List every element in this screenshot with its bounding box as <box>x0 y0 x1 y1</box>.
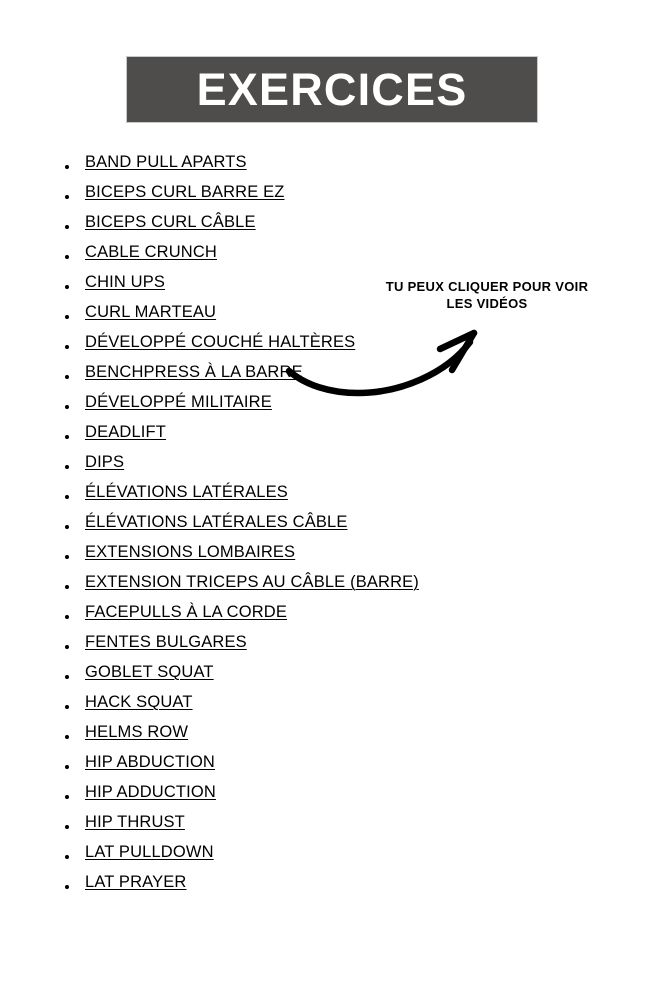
exercise-link[interactable]: ÉLÉVATIONS LATÉRALES <box>85 482 288 502</box>
exercise-list-item[interactable]: BICEPS CURL CÂBLE <box>52 212 472 242</box>
exercise-list-item[interactable]: BENCHPRESS À LA BARRE <box>52 362 472 392</box>
bullet-icon <box>65 465 69 469</box>
exercise-link[interactable]: LAT PULLDOWN <box>85 842 214 862</box>
page-header-banner: EXERCICES <box>126 56 538 123</box>
exercise-list-item[interactable]: LAT PRAYER <box>52 872 472 902</box>
exercise-link[interactable]: HIP THRUST <box>85 812 185 832</box>
exercise-link[interactable]: CURL MARTEAU <box>85 302 216 322</box>
exercise-link[interactable]: CHIN UPS <box>85 272 165 292</box>
bullet-icon <box>65 405 69 409</box>
bullet-icon <box>65 525 69 529</box>
bullet-icon <box>65 795 69 799</box>
exercise-link[interactable]: BAND PULL APARTS <box>85 152 247 172</box>
exercise-link[interactable]: HIP ADDUCTION <box>85 782 216 802</box>
bullet-icon <box>65 435 69 439</box>
exercise-list-item[interactable]: BICEPS CURL BARRE EZ <box>52 182 472 212</box>
exercise-link[interactable]: DEADLIFT <box>85 422 166 442</box>
exercise-list-item[interactable]: EXTENSION TRICEPS AU CÂBLE (BARRE) <box>52 572 472 602</box>
exercise-link[interactable]: CABLE CRUNCH <box>85 242 217 262</box>
exercise-link[interactable]: DÉVELOPPÉ COUCHÉ HALTÈRES <box>85 332 355 352</box>
exercise-link[interactable]: ÉLÉVATIONS LATÉRALES CÂBLE <box>85 512 348 532</box>
exercise-list-item[interactable]: DIPS <box>52 452 472 482</box>
exercise-link[interactable]: BICEPS CURL BARRE EZ <box>85 182 285 202</box>
bullet-icon <box>65 885 69 889</box>
exercise-link[interactable]: FACEPULLS À LA CORDE <box>85 602 287 622</box>
exercise-link[interactable]: FENTES BULGARES <box>85 632 247 652</box>
bullet-icon <box>65 615 69 619</box>
exercise-list-item[interactable]: CABLE CRUNCH <box>52 242 472 272</box>
exercise-link[interactable]: EXTENSIONS LOMBAIRES <box>85 542 295 562</box>
exercise-list-item[interactable]: HELMS ROW <box>52 722 472 752</box>
bullet-icon <box>65 285 69 289</box>
exercise-link[interactable]: HELMS ROW <box>85 722 188 742</box>
exercise-link[interactable]: BICEPS CURL CÂBLE <box>85 212 256 232</box>
bullet-icon <box>65 735 69 739</box>
bullet-icon <box>65 195 69 199</box>
bullet-icon <box>65 165 69 169</box>
exercise-list-item[interactable]: HIP ABDUCTION <box>52 752 472 782</box>
bullet-icon <box>65 225 69 229</box>
bullet-icon <box>65 675 69 679</box>
exercise-list-item[interactable]: LAT PULLDOWN <box>52 842 472 872</box>
bullet-icon <box>65 765 69 769</box>
bullet-icon <box>65 315 69 319</box>
document-page: EXERCICES BAND PULL APARTS BICEPS CURL BA… <box>0 0 663 1006</box>
exercise-list-item[interactable]: FENTES BULGARES <box>52 632 472 662</box>
exercise-list: BAND PULL APARTS BICEPS CURL BARRE EZ BICE… <box>36 152 472 902</box>
bullet-icon <box>65 825 69 829</box>
annotation-text: TU PEUX CLIQUER POUR VOIR LES VIDÉOS <box>368 278 606 312</box>
exercise-list-item[interactable]: HIP THRUST <box>52 812 472 842</box>
exercise-link[interactable]: HIP ABDUCTION <box>85 752 215 772</box>
exercise-list-item[interactable]: DÉVELOPPÉ MILITAIRE <box>52 392 472 422</box>
exercise-link[interactable]: BENCHPRESS À LA BARRE <box>85 362 303 382</box>
bullet-icon <box>65 345 69 349</box>
annotation-line-1: TU PEUX CLIQUER POUR VOIR <box>385 279 589 294</box>
exercise-list-item[interactable]: BAND PULL APARTS <box>52 152 472 182</box>
exercise-link[interactable]: HACK SQUAT <box>85 692 193 712</box>
exercise-list-item[interactable]: EXTENSIONS LOMBAIRES <box>52 542 472 572</box>
bullet-icon <box>65 375 69 379</box>
exercise-list-item[interactable]: FACEPULLS À LA CORDE <box>52 602 472 632</box>
exercise-list-item[interactable]: DÉVELOPPÉ COUCHÉ HALTÈRES <box>52 332 472 362</box>
bullet-icon <box>65 555 69 559</box>
exercise-list-item[interactable]: ÉLÉVATIONS LATÉRALES CÂBLE <box>52 512 472 542</box>
annotation-line-2: LES VIDÉOS <box>446 296 528 311</box>
bullet-icon <box>65 705 69 709</box>
bullet-icon <box>65 495 69 499</box>
exercise-link[interactable]: GOBLET SQUAT <box>85 662 214 682</box>
exercise-link[interactable]: DIPS <box>85 452 124 472</box>
bullet-icon <box>65 855 69 859</box>
bullet-icon <box>65 645 69 649</box>
bullet-icon <box>65 585 69 589</box>
bullet-icon <box>65 255 69 259</box>
exercise-list-item[interactable]: DEADLIFT <box>52 422 472 452</box>
exercise-list-item[interactable]: HIP ADDUCTION <box>52 782 472 812</box>
exercise-link[interactable]: LAT PRAYER <box>85 872 186 892</box>
exercise-link[interactable]: DÉVELOPPÉ MILITAIRE <box>85 392 272 412</box>
page-title: EXERCICES <box>196 64 468 115</box>
exercise-link[interactable]: EXTENSION TRICEPS AU CÂBLE (BARRE) <box>85 572 419 592</box>
exercise-list-item[interactable]: HACK SQUAT <box>52 692 472 722</box>
exercise-list-item[interactable]: ÉLÉVATIONS LATÉRALES <box>52 482 472 512</box>
exercise-list-item[interactable]: GOBLET SQUAT <box>52 662 472 692</box>
